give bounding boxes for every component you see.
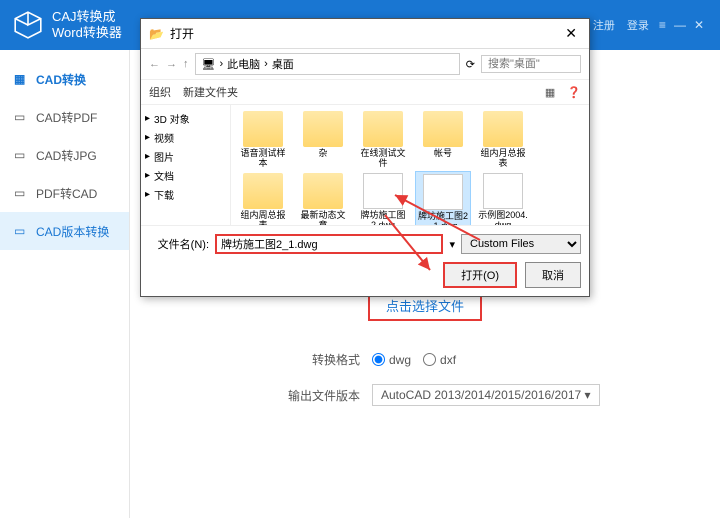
refresh-icon[interactable]: ⟳ [466, 58, 475, 71]
app-logo-icon [12, 9, 44, 41]
file-item[interactable]: 杂 [295, 109, 351, 171]
dialog-title: 打开 [170, 25, 561, 42]
filename-label: 文件名(N): [149, 236, 209, 252]
path-box[interactable]: 🖥 ›此电脑 ›桌面 [195, 53, 460, 75]
sidebar-item-cad-version[interactable]: ▭ CAD版本转换 [0, 212, 129, 250]
tree-images[interactable]: ▸图片 [145, 147, 226, 166]
folder-icon [363, 111, 403, 147]
sidebar-label: PDF转CAD [36, 185, 97, 202]
file-list: 语音测试样本杂在线测试文件帐号组内月总报表 组内周总报表最新动态文章牌坊施工图2… [231, 105, 589, 225]
radio-dxf[interactable]: dxf [423, 353, 456, 367]
sidebar-item-cad-jpg[interactable]: ▭ CAD转JPG [0, 136, 129, 174]
version-select[interactable]: AutoCAD 2013/2014/2015/2016/2017 ▾ [372, 384, 600, 406]
tree-downloads[interactable]: ▸下载 [145, 185, 226, 204]
folder-icon [243, 111, 283, 147]
sidebar-label: CAD转JPG [36, 147, 97, 164]
file-label: 组内月总报表 [477, 149, 529, 169]
file-label: 牌坊施工图2_1.dwg [418, 212, 468, 225]
tree-video[interactable]: ▸视频 [145, 128, 226, 147]
convert-icon: ▭ [14, 186, 28, 200]
tree-3d[interactable]: ▸3D 对象 [145, 109, 226, 128]
file-label: 在线测试文件 [357, 149, 409, 169]
folder-open-icon: 📂 [149, 27, 164, 41]
file-item[interactable]: 牌坊施工图2.dwg [355, 171, 411, 225]
filter-select[interactable]: Custom Files [461, 234, 581, 254]
minimize-icon[interactable]: — [674, 18, 686, 32]
new-folder-button[interactable]: 新建文件夹 [183, 84, 238, 100]
file-item[interactable]: 帐号 [415, 109, 471, 171]
file-icon [423, 174, 463, 210]
close-app-icon[interactable]: ✕ [694, 18, 704, 32]
chevron-down-icon[interactable]: ▾ [449, 238, 455, 251]
view-icon[interactable]: ▦ [545, 86, 555, 99]
forward-icon[interactable]: → [166, 58, 177, 70]
open-dialog: 📂 打开 ✕ ← → ↑ 🖥 ›此电脑 ›桌面 ⟳ 组织 新建文件夹 ▦ ❓ ▸… [140, 18, 590, 297]
sidebar-label: CAD转PDF [36, 109, 97, 126]
sidebar-item-cad-convert[interactable]: ▦ CAD转换 [0, 60, 129, 98]
file-label: 最新动态文章 [297, 211, 349, 225]
folder-icon [483, 111, 523, 147]
folder-icon [303, 173, 343, 209]
version-label: 输出文件版本 [280, 387, 360, 404]
format-label: 转换格式 [280, 351, 360, 368]
back-icon[interactable]: ← [149, 58, 160, 70]
file-item[interactable]: 语音测试样本 [235, 109, 291, 171]
file-item[interactable]: 在线测试文件 [355, 109, 411, 171]
format-row: 转换格式 dwg dxf [150, 351, 700, 368]
sidebar: ▦ CAD转换 ▭ CAD转PDF ▭ CAD转JPG ▭ PDF转CAD ▭ … [0, 50, 130, 518]
file-item[interactable]: 牌坊施工图2_1.dwg [415, 171, 471, 225]
file-label: 语音测试样本 [237, 149, 289, 169]
tree-docs[interactable]: ▸文档 [145, 166, 226, 185]
menu-icon[interactable]: ≡ [659, 18, 666, 32]
cancel-button[interactable]: 取消 [525, 262, 581, 288]
organize-menu[interactable]: 组织 [149, 84, 171, 100]
file-label: 牌坊施工图2.dwg [357, 211, 409, 225]
file-label: 组内周总报表 [237, 211, 289, 225]
sidebar-item-cad-pdf[interactable]: ▭ CAD转PDF [0, 98, 129, 136]
folder-tree: ▸3D 对象 ▸视频 ▸图片 ▸文档 ▸下载 [141, 105, 231, 225]
file-item[interactable]: 最新动态文章 [295, 171, 351, 225]
open-button[interactable]: 打开(O) [443, 262, 517, 288]
file-item[interactable]: 组内周总报表 [235, 171, 291, 225]
sidebar-label: CAD版本转换 [36, 223, 109, 240]
file-icon [363, 173, 403, 209]
sidebar-label: CAD转换 [36, 71, 86, 88]
sidebar-item-pdf-cad[interactable]: ▭ PDF转CAD [0, 174, 129, 212]
up-icon[interactable]: ↑ [183, 58, 189, 70]
search-input[interactable] [481, 55, 581, 73]
register-link[interactable]: 注册 [593, 17, 615, 33]
folder-icon [423, 111, 463, 147]
pdf-icon: ▭ [14, 110, 28, 124]
file-item[interactable]: 组内月总报表 [475, 109, 531, 171]
login-link[interactable]: 登录 [627, 17, 649, 33]
folder-icon [303, 111, 343, 147]
folder-icon [243, 173, 283, 209]
file-label: 示例图2004.dwg [477, 211, 529, 225]
app-title: CAJ转换成 Word转换器 [52, 9, 122, 40]
jpg-icon: ▭ [14, 148, 28, 162]
file-label: 帐号 [417, 149, 469, 159]
pc-icon: 🖥 [202, 58, 216, 71]
version-icon: ▭ [14, 224, 28, 238]
file-icon [483, 173, 523, 209]
cad-icon: ▦ [14, 72, 28, 86]
version-row: 输出文件版本 AutoCAD 2013/2014/2015/2016/2017 … [150, 384, 700, 406]
file-label: 杂 [297, 149, 349, 159]
close-icon[interactable]: ✕ [561, 25, 581, 42]
filename-input[interactable] [215, 234, 443, 254]
radio-dwg[interactable]: dwg [372, 353, 411, 367]
file-item[interactable]: 示例图2004.dwg [475, 171, 531, 225]
help-icon[interactable]: ❓ [567, 86, 581, 99]
